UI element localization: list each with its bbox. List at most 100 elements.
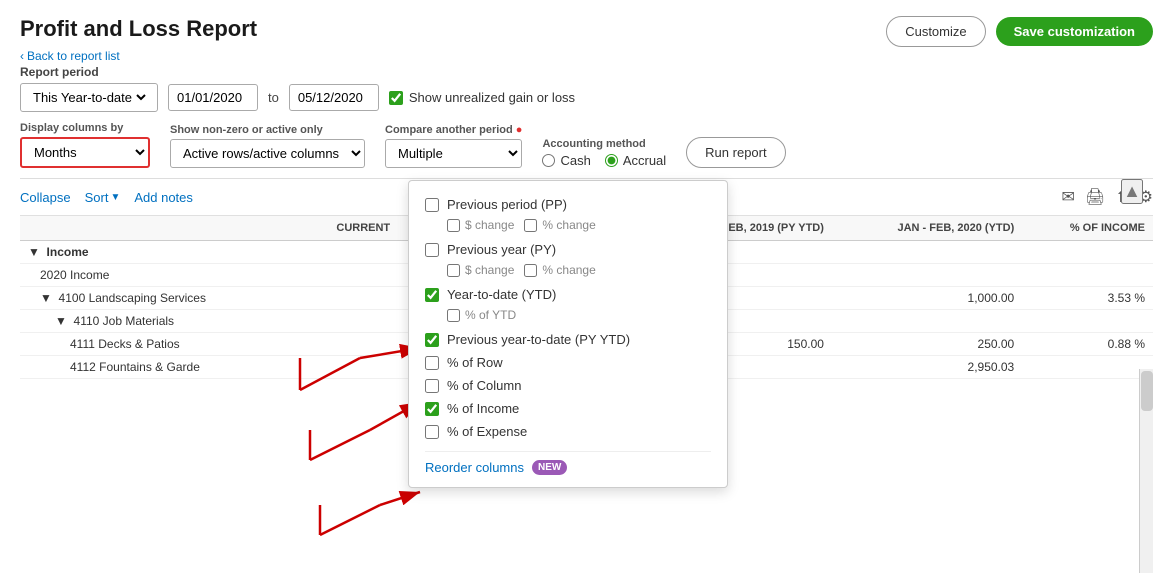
dropdown-item-income[interactable]: % of Income [425, 397, 711, 420]
dropdown-item-ytd[interactable]: Year-to-date (YTD) [425, 283, 711, 306]
cell-pct-income [1022, 241, 1153, 264]
row-checkbox[interactable] [425, 356, 439, 370]
py-checkbox[interactable] [425, 243, 439, 257]
ytd-pct[interactable]: % of YTD [447, 308, 516, 322]
display-columns-group: Display columns by Months [20, 122, 150, 168]
col-header-jan-feb-2020: JAN - FEB, 2020 (YTD) [832, 216, 1022, 241]
py-label: Previous year (PY) [447, 242, 556, 257]
period-select[interactable]: This Year-to-date [29, 89, 149, 106]
dropdown-sub-py: $ change % change [425, 261, 711, 283]
dropdown-item-row[interactable]: % of Row [425, 351, 711, 374]
profit-loss-page: Customize Save customization Profit and … [0, 0, 1173, 573]
header-buttons: Customize Save customization [886, 16, 1153, 47]
dropdown-item-pyytd[interactable]: Previous year-to-date (PY YTD) [425, 328, 711, 351]
ytd-label: Year-to-date (YTD) [447, 287, 556, 302]
customize-button[interactable]: Customize [886, 16, 985, 47]
show-nonzero-label: Show non-zero or active only [170, 124, 365, 136]
row-4110[interactable]: ▼ 4110 Job Materials [20, 310, 298, 333]
pyytd-checkbox[interactable] [425, 333, 439, 347]
date-from-input[interactable] [168, 84, 258, 111]
py-dollar-change[interactable]: $ change [447, 263, 514, 277]
col-label: % of Column [447, 378, 521, 393]
dropdown-item-expense[interactable]: % of Expense [425, 420, 711, 443]
save-customization-button[interactable]: Save customization [996, 17, 1153, 46]
pp-pct-change[interactable]: % change [524, 218, 595, 232]
pp-dollar-label: $ change [465, 218, 514, 232]
pp-dollar-checkbox[interactable] [447, 219, 460, 232]
py-dollar-label: $ change [465, 263, 514, 277]
accrual-label: Accrual [623, 153, 666, 168]
sort-button[interactable]: Sort▼ [85, 190, 121, 205]
accounting-method-group: Accounting method Cash Accrual [542, 138, 666, 168]
pp-dollar-change[interactable]: $ change [447, 218, 514, 232]
to-label: to [268, 90, 279, 105]
print-icon[interactable]: 🖨 [1085, 187, 1105, 207]
compare-period-select[interactable]: Multiple [385, 139, 522, 168]
pp-label: Previous period (PP) [447, 197, 567, 212]
show-nonzero-select[interactable]: Active rows/active columns [170, 139, 365, 168]
new-badge: NEW [532, 460, 567, 475]
expense-checkbox[interactable] [425, 425, 439, 439]
scroll-thumb[interactable] [1141, 371, 1153, 411]
expense-label: % of Expense [447, 424, 527, 439]
dropdown-sub-ytd: % of YTD [425, 306, 711, 328]
collapse-button[interactable]: Collapse [20, 190, 71, 205]
accrual-radio-item[interactable]: Accrual [605, 153, 666, 168]
pp-pct-label: % change [542, 218, 595, 232]
col-header-current: CURRENT [298, 216, 398, 241]
reorder-row: Reorder columns NEW [425, 451, 711, 475]
py-pct-change[interactable]: % change [524, 263, 595, 277]
dropdown-item-pp[interactable]: Previous period (PP) [425, 193, 711, 216]
add-notes-button[interactable]: Add notes [134, 190, 193, 205]
row-4111[interactable]: 4111 Decks & Patios [20, 333, 298, 356]
ytd-checkbox[interactable] [425, 288, 439, 302]
ytd-pct-checkbox[interactable] [447, 309, 460, 322]
income-label: % of Income [447, 401, 519, 416]
cash-radio-item[interactable]: Cash [542, 153, 590, 168]
controls-row1: This Year-to-date to Show unrealized gai… [20, 83, 1153, 112]
cash-radio[interactable] [542, 154, 555, 167]
pyytd-label: Previous year-to-date (PY YTD) [447, 332, 630, 347]
email-icon[interactable]: ✉ [1062, 187, 1075, 207]
scroll-bar[interactable] [1139, 369, 1153, 573]
pp-pct-checkbox[interactable] [524, 219, 537, 232]
reorder-columns-button[interactable]: Reorder columns [425, 460, 524, 475]
income-header: ▼ Income [20, 241, 298, 264]
accrual-radio[interactable] [605, 154, 618, 167]
py-pct-checkbox[interactable] [524, 264, 537, 277]
run-report-button[interactable]: Run report [686, 137, 785, 168]
accounting-radio-row: Cash Accrual [542, 153, 666, 168]
show-unrealized-checkbox[interactable] [389, 91, 403, 105]
row-4112[interactable]: 4112 Fountains & Garde [20, 356, 298, 379]
row-2020-income: 2020 Income [20, 264, 298, 287]
period-dropdown[interactable]: This Year-to-date [20, 83, 158, 112]
py-dollar-checkbox[interactable] [447, 264, 460, 277]
controls-row2: Display columns by Months Show non-zero … [20, 122, 1153, 168]
dropdown-item-py[interactable]: Previous year (PY) [425, 238, 711, 261]
collapse-icon[interactable]: ▲ [1121, 179, 1143, 204]
required-dot: ● [513, 124, 523, 136]
show-unrealized-row: Show unrealized gain or loss [389, 90, 575, 105]
display-columns-label: Display columns by [20, 122, 150, 134]
pp-checkbox[interactable] [425, 198, 439, 212]
back-to-report-link[interactable]: Back to report list [20, 49, 120, 63]
col-checkbox[interactable] [425, 379, 439, 393]
accounting-method-label: Accounting method [542, 138, 666, 150]
col-header-label [20, 216, 298, 241]
display-columns-select[interactable]: Months [20, 137, 150, 168]
dropdown-item-col[interactable]: % of Column [425, 374, 711, 397]
sort-arrow-icon: ▼ [110, 192, 120, 203]
compare-dropdown-panel: Previous period (PP) $ change % change P… [408, 180, 728, 488]
date-to-input[interactable] [289, 84, 379, 111]
income-checkbox[interactable] [425, 402, 439, 416]
compare-period-label: Compare another period ● [385, 124, 522, 136]
cell-current [298, 241, 398, 264]
row-4100[interactable]: ▼ 4100 Landscaping Services [20, 287, 298, 310]
col-header-pct-income: % OF INCOME [1022, 216, 1153, 241]
row-label: % of Row [447, 355, 503, 370]
show-nonzero-group: Show non-zero or active only Active rows… [170, 124, 365, 168]
show-unrealized-label: Show unrealized gain or loss [409, 90, 575, 105]
compare-period-group: Compare another period ● Multiple [385, 124, 522, 168]
py-pct-label: % change [542, 263, 595, 277]
cash-label: Cash [560, 153, 590, 168]
